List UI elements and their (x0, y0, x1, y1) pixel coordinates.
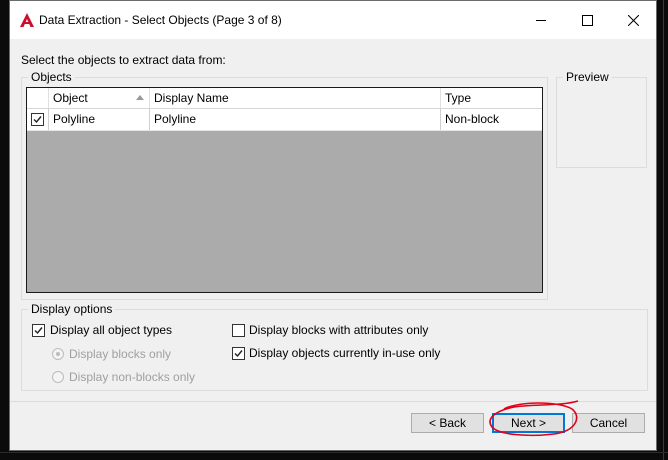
close-icon (627, 14, 639, 26)
checkmark-icon (234, 350, 243, 358)
instruction-text: Select the objects to extract data from: (21, 53, 226, 67)
display-options-title: Display options (28, 302, 116, 316)
blocks-with-attributes-checkbox[interactable] (232, 324, 245, 337)
data-extraction-dialog: Data Extraction - Select Objects (Page 3… (9, 0, 657, 451)
checkmark-icon (34, 327, 43, 335)
in-use-only-label[interactable]: Display objects currently in-use only (249, 346, 440, 360)
close-button[interactable] (610, 1, 656, 39)
row-checkbox-cell[interactable] (27, 109, 49, 130)
checkmark-icon (33, 116, 42, 124)
background-grid-line (0, 452, 668, 453)
header-object-label: Object (53, 91, 88, 105)
back-button[interactable]: < Back (411, 413, 484, 433)
header-display-name[interactable]: Display Name (150, 88, 441, 108)
radio-selected-dot (56, 352, 60, 356)
non-blocks-only-radio[interactable] (52, 371, 64, 383)
next-button[interactable]: Next > (492, 413, 565, 433)
minimize-button[interactable] (518, 1, 564, 39)
display-all-types-label[interactable]: Display all object types (50, 323, 172, 337)
window-title: Data Extraction - Select Objects (Page 3… (39, 13, 282, 27)
footer-separator (10, 401, 656, 402)
header-checkbox-column (27, 88, 49, 108)
cancel-button[interactable]: Cancel (572, 413, 645, 433)
maximize-icon (581, 14, 593, 26)
preview-group-title: Preview (563, 70, 612, 84)
objects-list[interactable]: Object Display Name Type Polyline Polyli… (26, 87, 543, 293)
row-checkbox[interactable] (31, 113, 44, 126)
non-blocks-only-label: Display non-blocks only (69, 370, 196, 384)
maximize-button[interactable] (564, 1, 610, 39)
header-object[interactable]: Object (49, 88, 150, 108)
objects-group-title: Objects (28, 70, 75, 84)
list-header: Object Display Name Type (27, 88, 542, 109)
autocad-logo-icon (20, 13, 34, 27)
row-object: Polyline (49, 109, 150, 130)
blocks-only-radio[interactable] (52, 348, 64, 360)
header-type-label: Type (445, 91, 472, 105)
blocks-only-label: Display blocks only (69, 347, 172, 361)
background-grid-line (663, 0, 664, 460)
display-all-types-checkbox[interactable] (32, 324, 45, 337)
header-display-name-label: Display Name (154, 91, 229, 105)
row-display-name[interactable]: Polyline (150, 109, 441, 130)
sort-ascending-icon (136, 95, 144, 100)
blocks-with-attributes-label[interactable]: Display blocks with attributes only (249, 323, 428, 337)
minimize-icon (535, 19, 546, 21)
header-type[interactable]: Type (441, 88, 542, 108)
row-type: Non-block (445, 112, 500, 126)
preview-group: Preview (556, 70, 647, 168)
table-row[interactable]: Polyline Polyline Non-block (27, 109, 542, 131)
in-use-only-checkbox[interactable] (232, 347, 245, 360)
title-bar[interactable]: Data Extraction - Select Objects (Page 3… (10, 1, 656, 39)
